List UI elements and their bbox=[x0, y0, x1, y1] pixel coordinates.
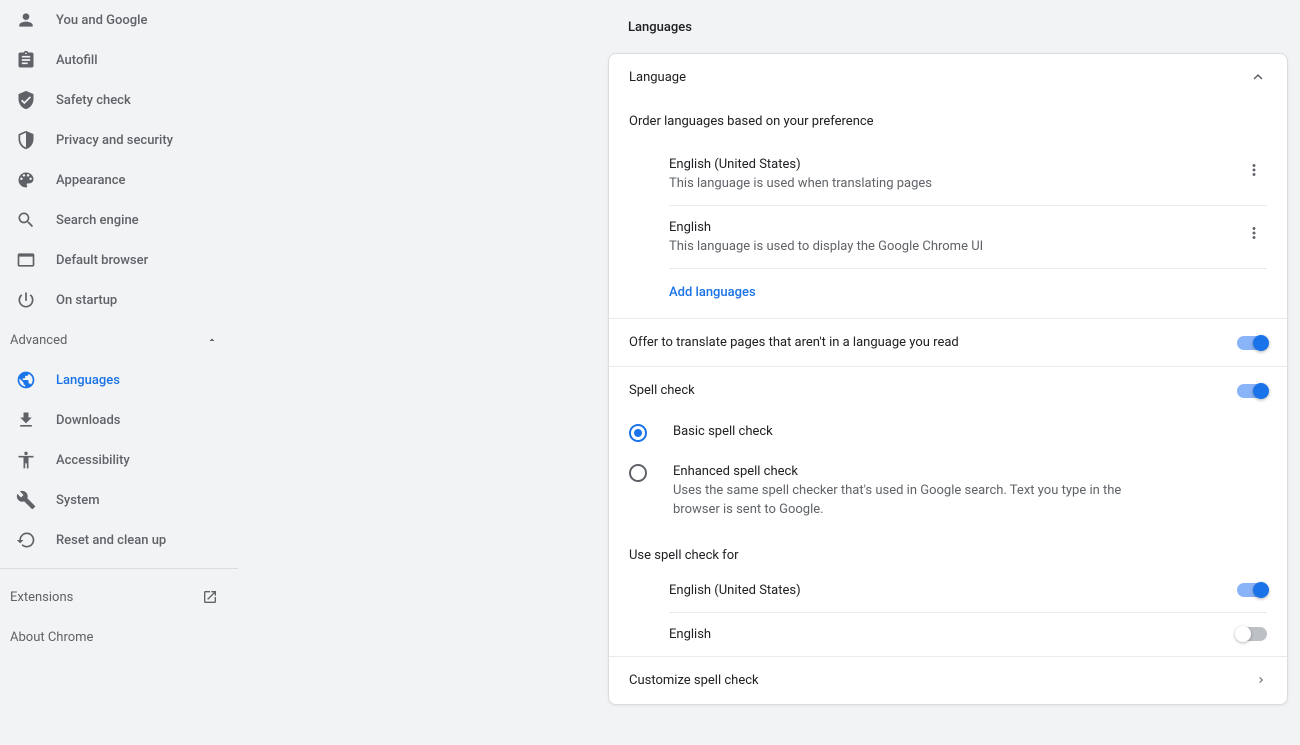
shield-check-icon bbox=[16, 90, 36, 110]
sidebar-item-label: Default browser bbox=[56, 253, 148, 268]
translate-toggle[interactable] bbox=[1237, 336, 1267, 350]
sidebar: You and Google Autofill Safety check Pri… bbox=[0, 0, 238, 745]
sidebar-item-system[interactable]: System bbox=[0, 480, 238, 520]
sidebar-advanced-label: Advanced bbox=[10, 333, 67, 348]
radio-enhanced-title: Enhanced spell check bbox=[673, 464, 1133, 479]
spellcheck-enhanced-row[interactable]: Enhanced spell check Uses the same spell… bbox=[609, 454, 1287, 530]
sidebar-item-label: System bbox=[56, 493, 100, 508]
customize-spellcheck-label: Customize spell check bbox=[629, 673, 759, 688]
language-desc: This language is used when translating p… bbox=[669, 176, 1241, 191]
sidebar-advanced-header[interactable]: Advanced bbox=[0, 320, 238, 360]
spellcheck-lang-name: English (United States) bbox=[669, 583, 801, 598]
radio-basic[interactable] bbox=[629, 424, 649, 444]
more-vert-icon bbox=[1245, 224, 1263, 242]
order-hint: Order languages based on your preference bbox=[609, 100, 1287, 143]
spellcheck-lang-toggle[interactable] bbox=[1237, 583, 1267, 597]
translate-offer-label: Offer to translate pages that aren't in … bbox=[629, 335, 959, 350]
spellcheck-toggle[interactable] bbox=[1237, 384, 1267, 398]
spellcheck-basic-row[interactable]: Basic spell check bbox=[609, 414, 1287, 454]
languages-card: Language Order languages based on your p… bbox=[608, 53, 1288, 705]
sidebar-item-you-and-google[interactable]: You and Google bbox=[0, 0, 238, 40]
sidebar-item-label: Downloads bbox=[56, 413, 120, 428]
open-in-new-icon bbox=[202, 589, 218, 605]
sidebar-item-languages[interactable]: Languages bbox=[0, 360, 238, 400]
extensions-label: Extensions bbox=[10, 590, 73, 605]
power-icon bbox=[16, 290, 36, 310]
sidebar-item-label: Autofill bbox=[56, 53, 98, 68]
language-section-header[interactable]: Language bbox=[609, 54, 1287, 100]
sidebar-item-label: Safety check bbox=[56, 93, 131, 108]
sidebar-item-about-chrome[interactable]: About Chrome bbox=[0, 617, 238, 657]
sidebar-item-autofill[interactable]: Autofill bbox=[0, 40, 238, 80]
sidebar-item-label: Privacy and security bbox=[56, 133, 173, 148]
chevron-up-icon bbox=[1249, 68, 1267, 86]
spellcheck-lang-row: English (United States) bbox=[669, 569, 1267, 613]
sidebar-item-reset-cleanup[interactable]: Reset and clean up bbox=[0, 520, 238, 560]
person-icon bbox=[16, 10, 36, 30]
sidebar-item-label: Languages bbox=[56, 373, 120, 388]
translate-offer-row: Offer to translate pages that aren't in … bbox=[609, 319, 1287, 366]
spellcheck-label: Spell check bbox=[629, 383, 695, 398]
spellcheck-lang-row: English bbox=[669, 613, 1267, 656]
sidebar-item-label: On startup bbox=[56, 293, 117, 308]
shield-icon bbox=[16, 130, 36, 150]
sidebar-item-label: Accessibility bbox=[56, 453, 130, 468]
language-desc: This language is used to display the Goo… bbox=[669, 239, 1241, 254]
spellcheck-lang-toggle[interactable] bbox=[1237, 627, 1267, 641]
wrench-icon bbox=[16, 490, 36, 510]
clipboard-icon bbox=[16, 50, 36, 70]
sidebar-item-appearance[interactable]: Appearance bbox=[0, 160, 238, 200]
language-name: English (United States) bbox=[669, 157, 1241, 172]
search-icon bbox=[16, 210, 36, 230]
sidebar-item-label: Appearance bbox=[56, 173, 125, 188]
browser-window-icon bbox=[16, 250, 36, 270]
accessibility-icon bbox=[16, 450, 36, 470]
sidebar-item-default-browser[interactable]: Default browser bbox=[0, 240, 238, 280]
sidebar-item-accessibility[interactable]: Accessibility bbox=[0, 440, 238, 480]
chevron-up-icon bbox=[206, 334, 218, 346]
sidebar-item-label: Search engine bbox=[56, 213, 139, 228]
sidebar-item-extensions[interactable]: Extensions bbox=[0, 577, 238, 617]
spellcheck-lang-name: English bbox=[669, 627, 711, 642]
sidebar-item-on-startup[interactable]: On startup bbox=[0, 280, 238, 320]
language-row: English (United States) This language is… bbox=[669, 143, 1267, 206]
spellcheck-row: Spell check bbox=[609, 367, 1287, 414]
sidebar-item-label: Reset and clean up bbox=[56, 533, 166, 548]
restore-icon bbox=[16, 530, 36, 550]
use-for-title: Use spell check for bbox=[609, 530, 1287, 569]
palette-icon bbox=[16, 170, 36, 190]
download-icon bbox=[16, 410, 36, 430]
about-label: About Chrome bbox=[10, 630, 93, 645]
main-content: Languages Language Order languages based… bbox=[238, 0, 1300, 745]
language-more-button[interactable] bbox=[1241, 220, 1267, 246]
sidebar-item-search-engine[interactable]: Search engine bbox=[0, 200, 238, 240]
language-more-button[interactable] bbox=[1241, 157, 1267, 183]
globe-icon bbox=[16, 370, 36, 390]
language-name: English bbox=[669, 220, 1241, 235]
more-vert-icon bbox=[1245, 161, 1263, 179]
customize-spellcheck-row[interactable]: Customize spell check bbox=[609, 657, 1287, 704]
sidebar-item-privacy-security[interactable]: Privacy and security bbox=[0, 120, 238, 160]
radio-enhanced[interactable] bbox=[629, 464, 649, 484]
sidebar-item-label: You and Google bbox=[56, 13, 147, 28]
language-row: English This language is used to display… bbox=[669, 206, 1267, 269]
chevron-right-icon bbox=[1255, 674, 1267, 686]
add-languages-link[interactable]: Add languages bbox=[609, 269, 1287, 318]
radio-enhanced-desc: Uses the same spell checker that's used … bbox=[673, 482, 1133, 520]
language-heading: Language bbox=[629, 70, 686, 85]
page-title: Languages bbox=[608, 20, 1288, 35]
sidebar-item-safety-check[interactable]: Safety check bbox=[0, 80, 238, 120]
sidebar-item-downloads[interactable]: Downloads bbox=[0, 400, 238, 440]
divider bbox=[0, 568, 238, 569]
radio-basic-title: Basic spell check bbox=[673, 424, 773, 439]
